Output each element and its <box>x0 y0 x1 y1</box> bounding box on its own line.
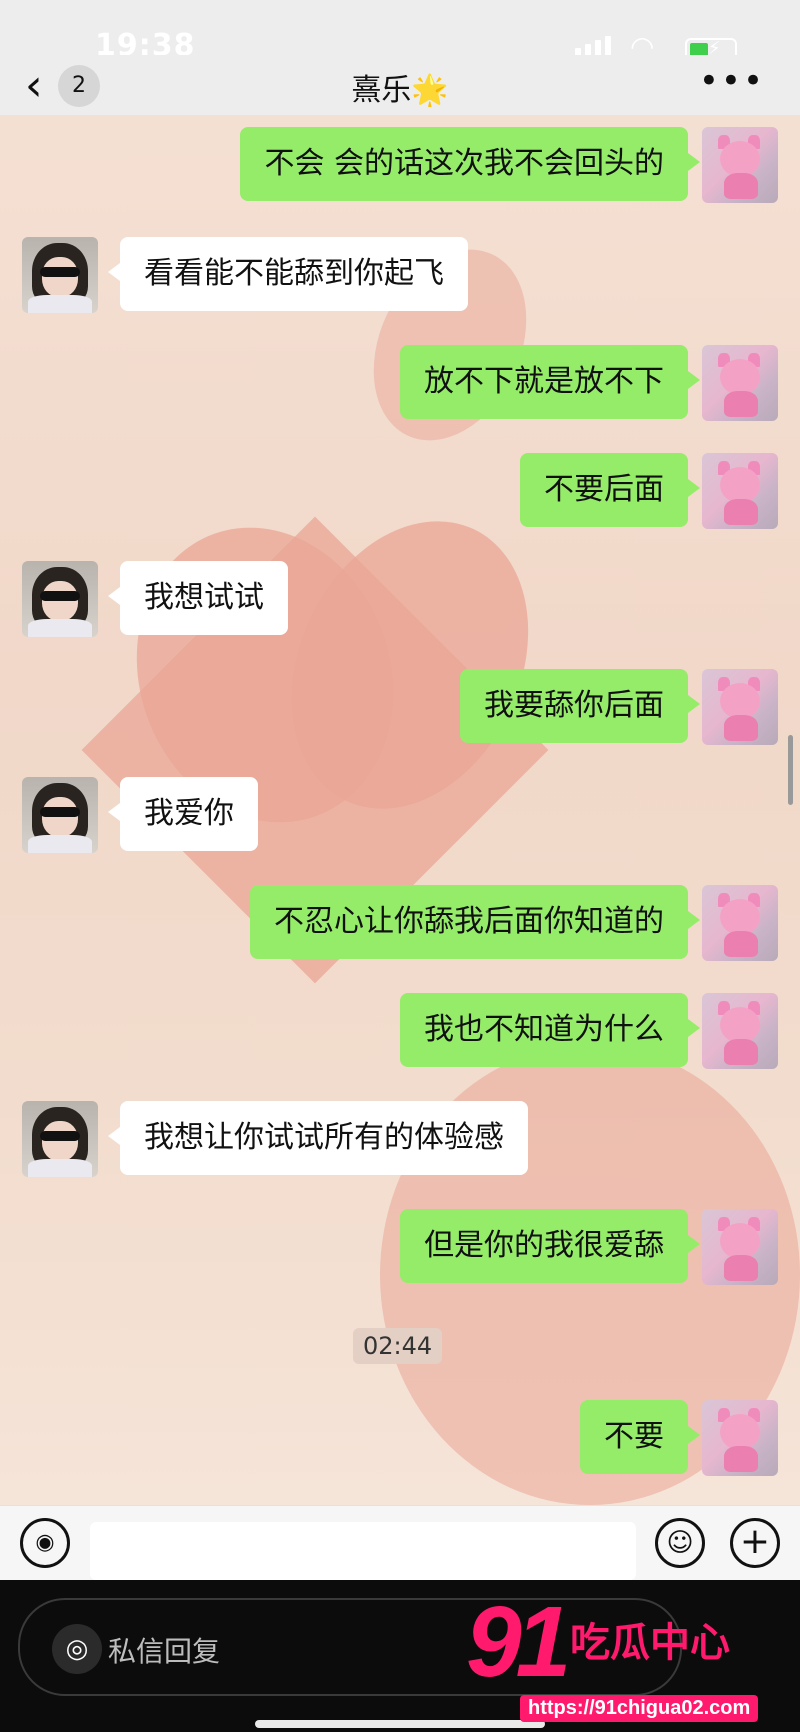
my-avatar[interactable] <box>702 345 778 421</box>
watermark-text: 吃瓜中心 <box>570 1620 730 1666</box>
camera-icon[interactable]: ◎ <box>52 1624 102 1674</box>
message-bubble-sent[interactable]: 不要后面 <box>520 453 700 527</box>
star-emoji-icon: 🌟 <box>411 73 449 108</box>
more-options-icon[interactable]: ••• <box>699 61 765 101</box>
my-avatar[interactable] <box>702 993 778 1069</box>
message-bubble-received[interactable]: 我想让你试试所有的体验感 <box>108 1101 528 1175</box>
my-avatar[interactable] <box>702 1209 778 1285</box>
contact-avatar[interactable] <box>22 237 98 313</box>
dm-reply-placeholder: 私信回复 <box>108 1635 221 1668</box>
watermark-number: 91 <box>466 1586 571 1698</box>
message-bubble-sent[interactable]: 不忍心让你舔我后面你知道的 <box>250 885 700 959</box>
scrollbar[interactable] <box>788 735 793 805</box>
my-avatar[interactable] <box>702 669 778 745</box>
contact-name: 熹乐 <box>351 73 412 108</box>
chat-title: 熹乐🌟 <box>0 65 800 109</box>
message-input[interactable] <box>90 1522 636 1580</box>
contact-avatar[interactable] <box>22 1101 98 1177</box>
message-list[interactable]: 不会 会的话这次我不会回头的 看看能不能舔到你起飞 放不下就是放不下 不要后面 … <box>0 115 800 1505</box>
voice-input-icon[interactable]: ◉ <box>20 1518 70 1568</box>
contact-avatar[interactable] <box>22 561 98 637</box>
message-timestamp: 02:44 <box>353 1328 443 1364</box>
emoji-icon[interactable]: ☺ <box>655 1518 705 1568</box>
input-bar: ◉ ☺ + <box>0 1505 800 1581</box>
chat-header: ‹ 2 熹乐🌟 ••• <box>0 55 800 118</box>
my-avatar[interactable] <box>702 1400 778 1476</box>
my-avatar[interactable] <box>702 453 778 529</box>
message-bubble-sent[interactable]: 不会 会的话这次我不会回头的 <box>240 127 700 201</box>
message-bubble-received[interactable]: 我爱你 <box>108 777 258 851</box>
home-indicator[interactable] <box>255 1720 545 1728</box>
my-avatar[interactable] <box>702 127 778 203</box>
message-bubble-sent[interactable]: 我要舔你后面 <box>460 669 700 743</box>
plus-icon[interactable]: + <box>730 1518 780 1568</box>
message-bubble-received[interactable]: 看看能不能舔到你起飞 <box>108 237 468 311</box>
contact-avatar[interactable] <box>22 777 98 853</box>
message-bubble-sent[interactable]: 不要 <box>580 1400 700 1474</box>
message-bubble-sent[interactable]: 我也不知道为什么 <box>400 993 700 1067</box>
message-bubble-received[interactable]: 我想试试 <box>108 561 288 635</box>
watermark-url: https://91chigua02.com <box>520 1695 759 1722</box>
message-bubble-sent[interactable]: 但是你的我很爱舔 <box>400 1209 700 1283</box>
message-bubble-sent[interactable]: 放不下就是放不下 <box>400 345 700 419</box>
my-avatar[interactable] <box>702 885 778 961</box>
